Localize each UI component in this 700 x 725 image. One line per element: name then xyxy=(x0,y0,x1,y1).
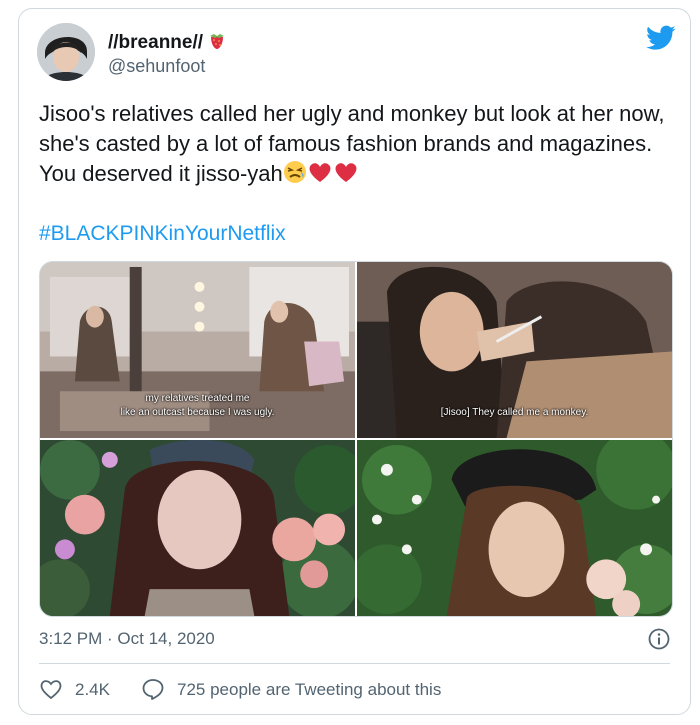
photo-4[interactable] xyxy=(357,440,672,616)
reply-icon[interactable] xyxy=(141,677,165,701)
photo-1-caption-line1: my relatives treated me xyxy=(145,393,250,404)
tweet-text: Jisoo's relatives called her ugly and mo… xyxy=(39,99,669,192)
heart-emoji-icon xyxy=(307,160,333,192)
photo-1-caption-line2: like an outcast because I was ugly. xyxy=(120,407,275,418)
photo-3[interactable] xyxy=(40,440,355,616)
photo-2[interactable]: [Jisoo] They called me a monkey. xyxy=(357,262,672,438)
info-icon[interactable] xyxy=(648,628,670,650)
display-name[interactable]: //breanne// xyxy=(108,30,227,56)
like-icon[interactable] xyxy=(39,678,63,700)
strawberry-icon xyxy=(207,30,227,56)
like-count[interactable]: 2.4K xyxy=(75,680,110,700)
photo-1[interactable]: my relatives treated me like an outcast … xyxy=(40,262,355,438)
divider xyxy=(39,663,670,664)
user-handle[interactable]: @sehunfoot xyxy=(108,56,205,77)
tweet-card[interactable]: //breanne// @sehunfoot Jisoo's relatives… xyxy=(18,8,691,715)
hashtag-link[interactable]: #BLACKPINKinYourNetflix xyxy=(39,222,286,246)
twitter-logo-icon[interactable] xyxy=(646,25,676,51)
media-grid: my relatives treated me like an outcast … xyxy=(39,261,673,617)
people-tweeting-text[interactable]: 725 people are Tweeting about this xyxy=(177,680,441,700)
display-name-text: //breanne// xyxy=(108,32,204,53)
tired-face-icon xyxy=(283,160,307,192)
photo-2-caption: [Jisoo] They called me a monkey. xyxy=(440,407,589,418)
timestamp[interactable]: 3:12 PM · Oct 14, 2020 xyxy=(39,629,215,649)
avatar[interactable] xyxy=(37,23,95,81)
heart-emoji-icon xyxy=(333,160,359,192)
